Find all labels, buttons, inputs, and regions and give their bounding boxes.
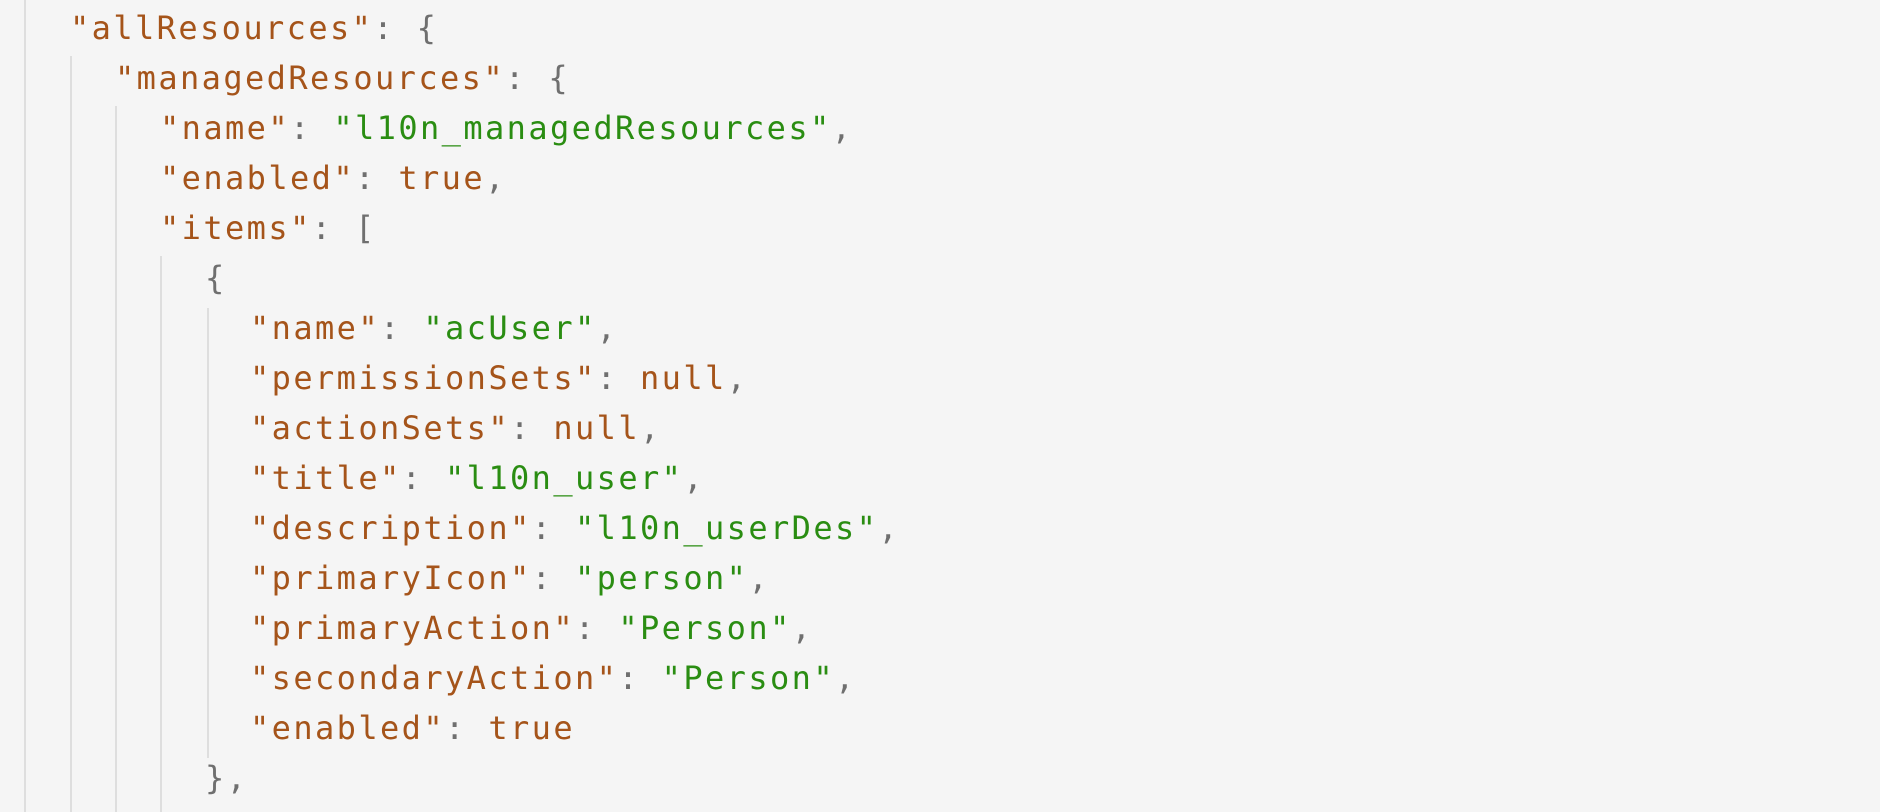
indent-guide: [160, 256, 162, 812]
json-comma: ,: [683, 459, 706, 497]
json-string-value: "l10n_user": [445, 459, 684, 497]
json-comma: ,: [485, 159, 507, 197]
indent-guide: [115, 106, 117, 812]
json-key: "permissionSets": [250, 359, 597, 397]
code-view: "allResources": {"managedResources": {"n…: [0, 0, 1880, 812]
json-separator: :: [618, 659, 662, 697]
json-string-value: "person": [575, 559, 749, 597]
json-key: "enabled": [250, 709, 445, 747]
code-line: "permissionSets": null,: [250, 353, 748, 403]
json-key: "name": [250, 309, 380, 347]
json-key: "allResources": [70, 9, 374, 47]
json-literal-value: true: [488, 709, 576, 747]
code-line: {: [205, 253, 227, 303]
json-literal-value: true: [398, 159, 486, 197]
json-separator: :: [510, 409, 554, 447]
json-comma: ,: [791, 609, 814, 647]
code-line: "enabled": true,: [160, 153, 507, 203]
code-line: "description": "l10n_userDes",: [250, 503, 900, 553]
json-key: "enabled": [160, 159, 355, 197]
json-literal-value: null: [553, 409, 641, 447]
code-line: "title": "l10n_user",: [250, 453, 705, 503]
json-separator: :: [380, 309, 424, 347]
json-key: "name": [160, 109, 290, 147]
json-open-bracket: {: [205, 259, 227, 297]
json-key: "primaryAction": [250, 609, 575, 647]
json-key: "primaryIcon": [250, 559, 532, 597]
json-literal-value: null: [640, 359, 727, 397]
code-line: "enabled": true: [250, 703, 575, 753]
json-separator: :: [445, 709, 489, 747]
json-separator: :: [531, 559, 575, 597]
json-comma: ,: [878, 509, 900, 547]
code-line: },: [205, 753, 248, 803]
json-separator: :: [290, 109, 334, 147]
code-line: "managedResources": {: [115, 53, 570, 103]
json-comma: ,: [226, 759, 249, 797]
json-comma: ,: [726, 359, 749, 397]
code-line: "primaryAction": "Person",: [250, 603, 813, 653]
json-comma: ,: [640, 409, 662, 447]
json-separator: :: [355, 159, 399, 197]
json-separator: :: [531, 509, 575, 547]
json-key: "secondaryAction": [250, 659, 619, 697]
code-line: "allResources": {: [70, 3, 438, 53]
json-comma: ,: [831, 109, 854, 147]
json-string-value: "l10n_managedResources": [333, 109, 832, 147]
json-open-bracket: {: [548, 59, 570, 97]
json-separator: :: [401, 459, 446, 497]
json-key: "actionSets": [250, 409, 510, 447]
json-key: "title": [250, 459, 402, 497]
json-separator: :: [373, 9, 417, 47]
code-line: "name": "acUser",: [250, 303, 618, 353]
json-key: "managedResources": [115, 59, 505, 97]
code-line: "name": "l10n_managedResources",: [160, 103, 853, 153]
code-line: "actionSets": null,: [250, 403, 662, 453]
indent-guide: [70, 56, 72, 812]
json-string-value: "Person": [661, 659, 835, 697]
json-separator: :: [574, 609, 619, 647]
code-line: "secondaryAction": "Person",: [250, 653, 857, 703]
json-string-value: "l10n_userDes": [575, 509, 879, 547]
json-separator: :: [504, 59, 549, 97]
json-string-value: "Person": [618, 609, 792, 647]
json-separator: :: [311, 209, 356, 247]
json-separator: :: [596, 359, 640, 397]
code-line: "primaryIcon": "person",: [250, 553, 770, 603]
json-key: "items": [160, 209, 312, 247]
json-comma: ,: [596, 309, 619, 347]
json-key: "description": [250, 509, 532, 547]
indent-guide: [24, 0, 26, 812]
json-open-bracket: {: [416, 9, 439, 47]
json-comma: ,: [748, 559, 770, 597]
json-comma: ,: [835, 659, 857, 697]
indent-guide: [207, 308, 209, 758]
code-line: "items": [: [160, 203, 377, 253]
json-close-bracket: }: [205, 759, 227, 797]
json-string-value: "acUser": [423, 309, 597, 347]
json-open-bracket: [: [355, 209, 377, 247]
